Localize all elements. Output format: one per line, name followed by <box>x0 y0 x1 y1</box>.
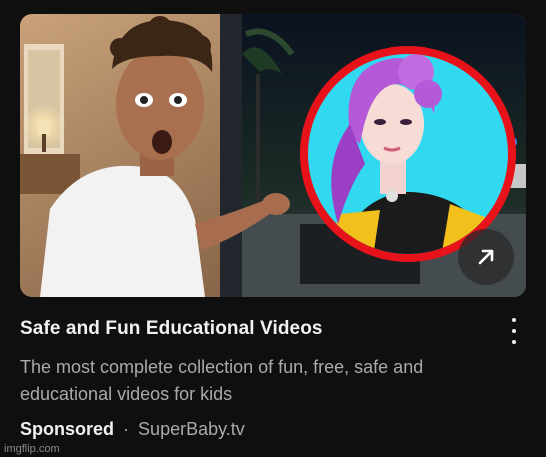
sponsored-label: Sponsored <box>20 419 115 439</box>
ad-meta: Sponsored · SuperBaby.tv <box>20 419 245 440</box>
watermark: imgflip.com <box>4 443 60 455</box>
advertiser-link[interactable]: SuperBaby.tv <box>138 419 245 439</box>
thumbnail-image <box>20 14 526 297</box>
meta-separator: · <box>123 419 130 439</box>
arrow-up-right-icon <box>478 249 494 265</box>
ad-thumbnail[interactable] <box>20 14 526 297</box>
more-options-button[interactable] <box>502 318 526 344</box>
ad-title[interactable]: Safe and Fun Educational Videos <box>20 318 490 340</box>
more-vertical-icon <box>512 318 516 322</box>
ad-description: The most complete collection of fun, fre… <box>20 357 424 404</box>
ad-card[interactable]: Safe and Fun Educational Videos The most… <box>0 0 546 457</box>
open-link-button[interactable] <box>458 229 514 285</box>
